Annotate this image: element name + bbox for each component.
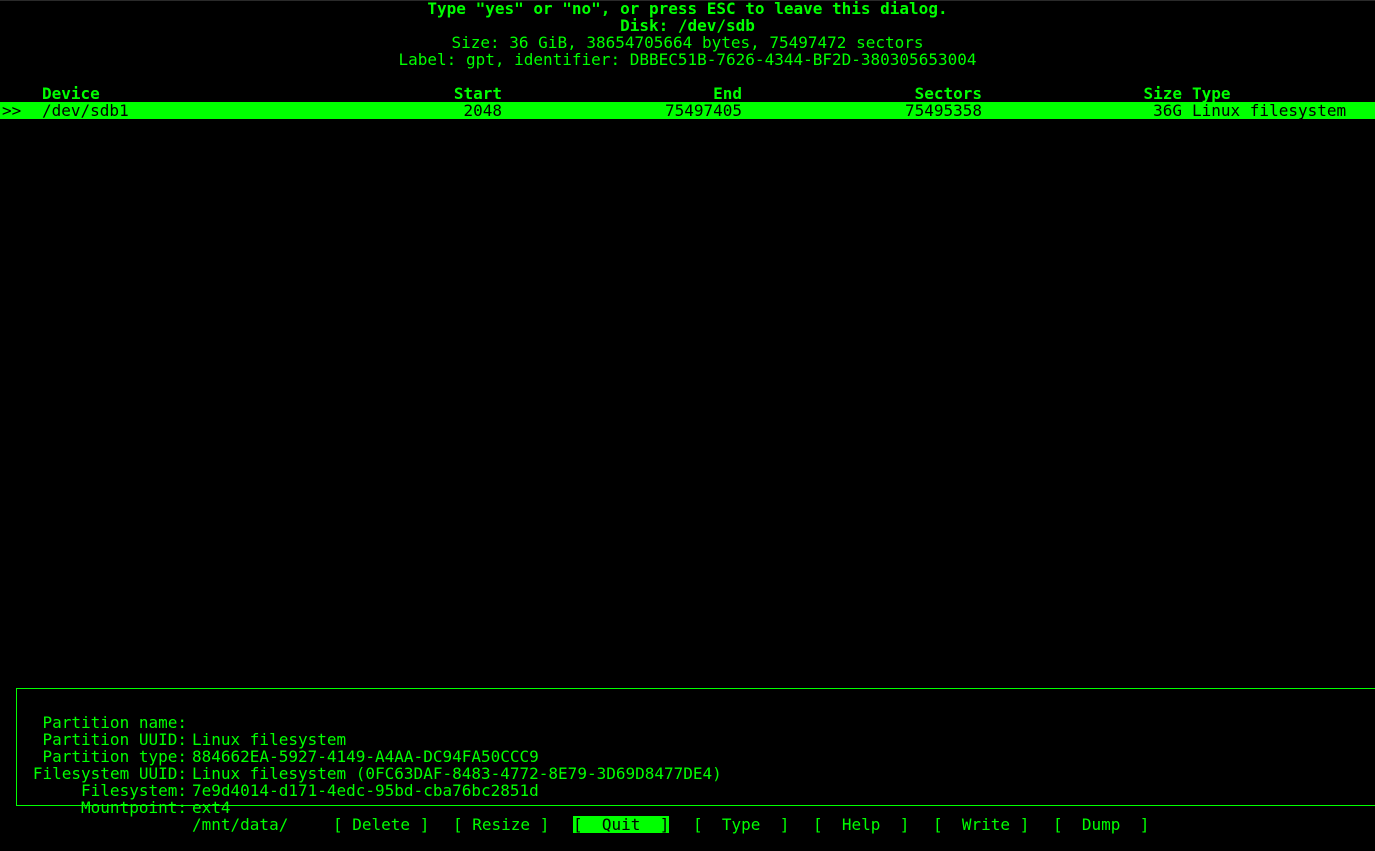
- resize-button[interactable]: [ Resize ]: [453, 816, 549, 833]
- info-value: Linux filesystem (0FC63DAF-8483-4772-8E7…: [192, 764, 722, 783]
- row-start: 2048: [463, 101, 502, 120]
- row-type: Linux filesystem: [1192, 101, 1347, 120]
- header-type: Type: [1192, 84, 1231, 103]
- info-value: ext4: [192, 798, 231, 817]
- info-mountpoint: Mountpoint: /mnt/data/: [17, 782, 288, 833]
- table-row-sdb1[interactable]: >> /dev/sdb1 2048 75497405 75495358 36G …: [0, 102, 1375, 119]
- dialog-prompt: Type "yes" or "no", or press ESC to leav…: [427, 0, 948, 18]
- header-end: End: [713, 84, 742, 103]
- action-menu: [ Delete ] [ Resize ] [ Quit ] [ Type ] …: [0, 816, 1375, 833]
- disk-size-info: Size: 36 GiB, 38654705664 bytes, 7549747…: [451, 33, 924, 52]
- header-start: Start: [453, 84, 502, 103]
- info-value: 884662EA-5927-4149-A4AA-DC94FA50CCC9: [192, 747, 539, 766]
- info-filesystem: Filesystem: ext4: [17, 765, 231, 816]
- dump-button[interactable]: [ Dump ]: [1053, 816, 1149, 833]
- header-size: Size: [1143, 84, 1182, 103]
- quit-button[interactable]: [ Quit ]: [573, 816, 670, 833]
- row-sectors: 75495358: [904, 101, 982, 120]
- info-value: 7e9d4014-d171-4edc-95bd-cba76bc2851d: [192, 781, 539, 800]
- row-cursor: >>: [2, 101, 22, 120]
- info-value: Linux filesystem: [192, 730, 347, 749]
- info-filesystem-uuid: Filesystem UUID: 7e9d4014-d171-4edc-95bd…: [17, 748, 539, 799]
- info-partition-name: Partition name: Linux filesystem: [17, 697, 347, 748]
- header-sectors: Sectors: [914, 84, 982, 103]
- write-button[interactable]: [ Write ]: [933, 816, 1029, 833]
- row-device: /dev/sdb1: [42, 101, 129, 120]
- info-partition-uuid: Partition UUID: 884662EA-5927-4149-A4AA-…: [17, 714, 539, 765]
- delete-button[interactable]: [ Delete ]: [333, 816, 429, 833]
- type-button[interactable]: [ Type ]: [693, 816, 789, 833]
- info-partition-type: Partition type: Linux filesystem (0FC63D…: [17, 731, 722, 782]
- partition-info-box: Partition name: Linux filesystem Partiti…: [16, 688, 1375, 833]
- row-size: 36G: [1153, 101, 1182, 120]
- header-device: Device: [42, 84, 100, 103]
- row-end: 75497405: [664, 101, 742, 120]
- disk-title: Disk: /dev/sdb: [620, 16, 755, 35]
- help-button[interactable]: [ Help ]: [813, 816, 909, 833]
- info-label: Mountpoint:: [81, 798, 187, 817]
- disk-label-info: Label: gpt, identifier: DBBEC51B-7626-43…: [398, 50, 977, 69]
